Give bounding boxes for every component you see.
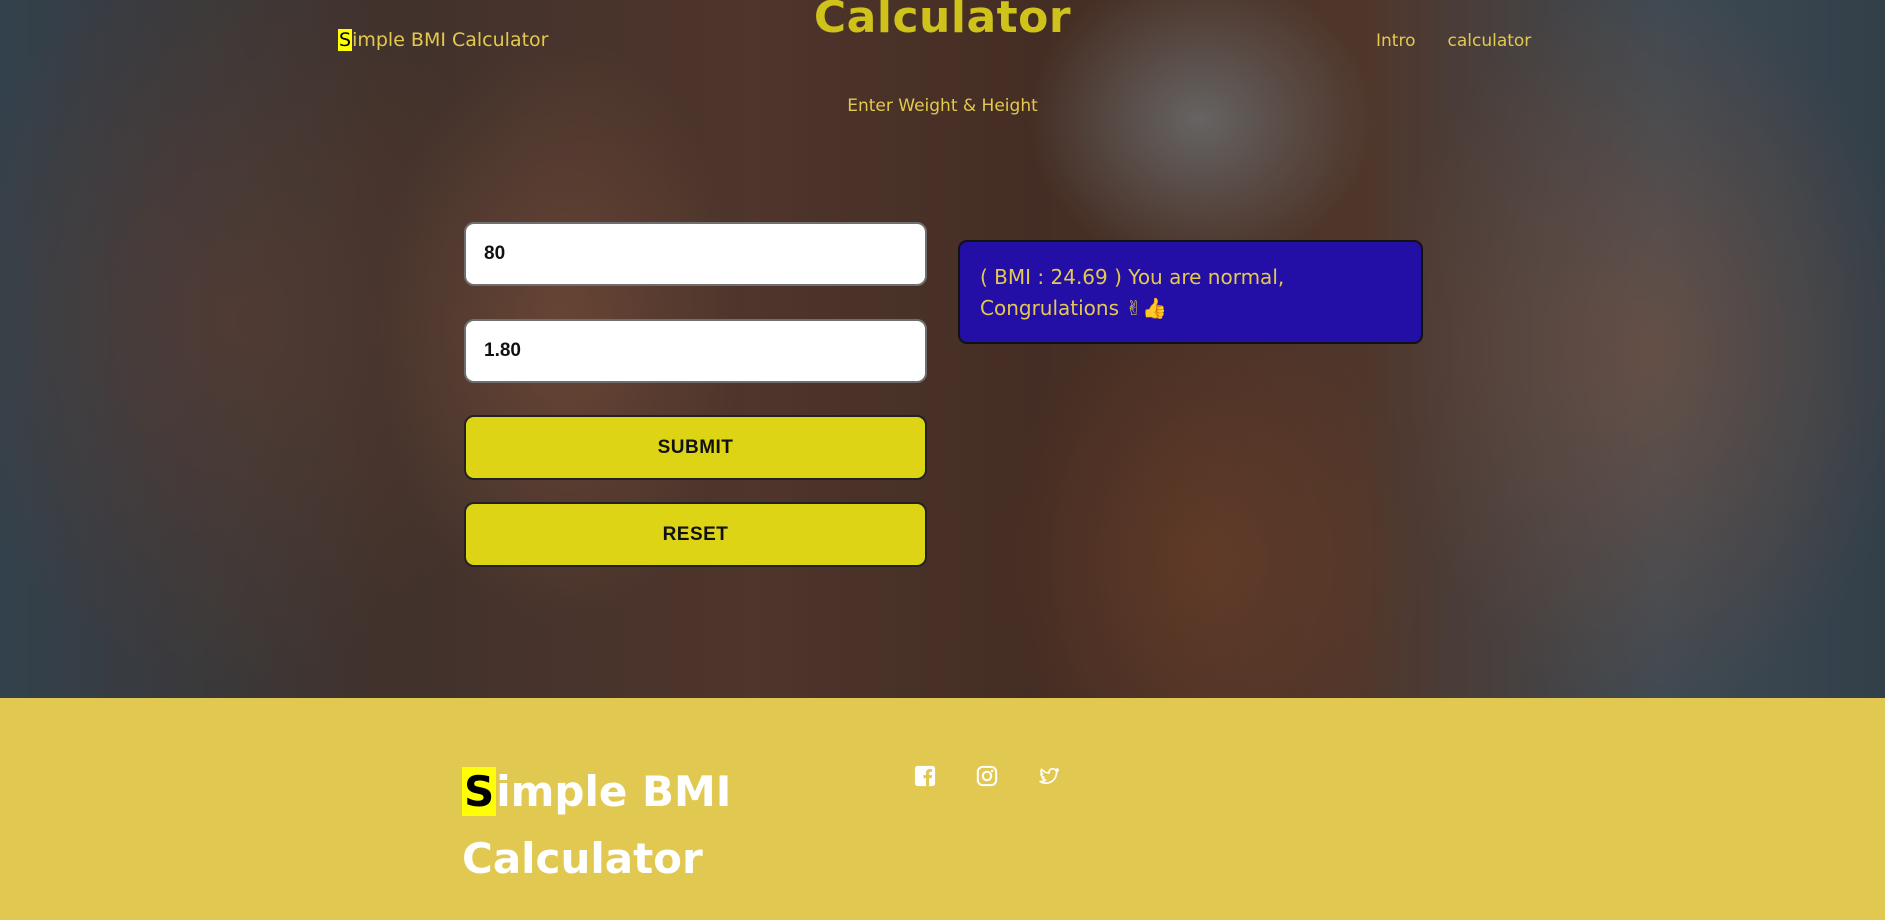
- height-input[interactable]: [464, 319, 927, 383]
- nav-link-calculator[interactable]: calculator: [1447, 31, 1531, 51]
- social-links: [914, 765, 1060, 787]
- instagram-icon[interactable]: [976, 765, 998, 787]
- twitter-icon[interactable]: [1038, 765, 1060, 787]
- footer: Simple BMI Calculator: [0, 698, 1885, 920]
- footer-brand: Simple BMI Calculator: [462, 758, 782, 892]
- page-subtitle: Enter Weight & Height: [847, 96, 1038, 116]
- footer-brand-first-letter: S: [462, 767, 497, 816]
- bmi-result-box: ( BMI : 24.69 ) You are normal, Congrula…: [958, 240, 1423, 344]
- weight-input[interactable]: [464, 222, 927, 286]
- hero-section: Simple BMI Calculator Calculator Enter W…: [0, 0, 1885, 698]
- nav-link-intro[interactable]: Intro: [1376, 31, 1415, 51]
- bmi-result-text: ( BMI : 24.69 ) You are normal, Congrula…: [980, 265, 1285, 320]
- top-nav: Intro calculator: [1376, 31, 1531, 51]
- reset-button[interactable]: RESET: [464, 502, 927, 567]
- submit-button[interactable]: SUBMIT: [464, 415, 927, 480]
- footer-brand-line1: imple BMI: [496, 767, 732, 816]
- facebook-icon[interactable]: [914, 765, 936, 787]
- page-title: Calculator: [813, 0, 1072, 43]
- footer-brand-line2: Calculator: [462, 834, 703, 883]
